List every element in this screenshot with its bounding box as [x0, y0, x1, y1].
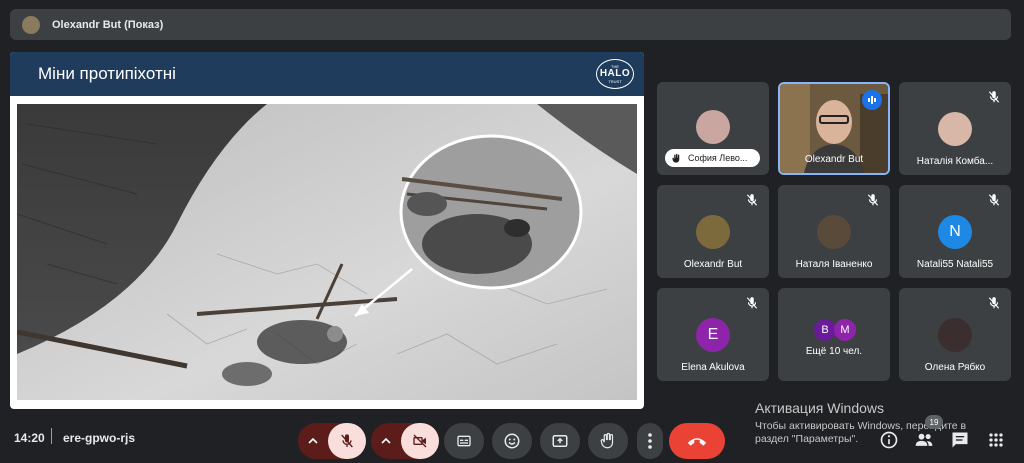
more-options-button[interactable] [637, 423, 663, 459]
avatar: E [696, 318, 730, 352]
mic-toggle-button[interactable] [328, 423, 366, 459]
participant-tile-natalia-i[interactable]: Наталя Іваненко [778, 185, 890, 278]
captions-button[interactable] [444, 423, 484, 459]
participant-tile-olena[interactable]: Олена Рябко [899, 288, 1011, 381]
info-icon [880, 431, 898, 449]
raise-hand-icon [672, 153, 680, 163]
mic-off-icon [988, 297, 1000, 309]
more-options-icon [648, 433, 652, 449]
meeting-time: 14:20 [14, 431, 45, 445]
participant-name: Наталія Комба... [916, 156, 994, 167]
participant-tile-olexandr-speaking[interactable]: Olexandr But [778, 82, 890, 175]
slide-title: Міни протипіхотні [38, 64, 176, 83]
avatar [696, 215, 730, 249]
present-screen-icon [552, 435, 568, 447]
people-button[interactable] [914, 430, 934, 450]
chat-button[interactable] [950, 430, 970, 450]
participant-tile-olexandr[interactable]: Olexandr But [657, 185, 769, 278]
present-screen-button[interactable] [540, 423, 580, 459]
chevron-up-icon [308, 437, 318, 444]
avatar: N [938, 215, 972, 249]
shared-presentation: Міни протипіхотні THE HALO TRUST [10, 52, 644, 409]
participant-name: Natali55 Natali55 [916, 259, 994, 270]
avatar [696, 110, 730, 144]
participant-tile-elena[interactable]: E Elena Akulova [657, 288, 769, 381]
participant-name: София Лево... [688, 153, 748, 163]
divider [51, 428, 52, 444]
presenter-title: Olexandr But (Показ) [52, 18, 164, 31]
participant-tile-more[interactable]: B M Ещё 10 чел. [778, 288, 890, 381]
landmine-field-photo [17, 104, 637, 400]
participant-tile-sofia[interactable]: София Лево... [657, 82, 769, 175]
participant-tile-natali55[interactable]: N Natali55 Natali55 [899, 185, 1011, 278]
participant-name: Elena Akulova [681, 362, 745, 373]
mic-off-icon [746, 297, 758, 309]
meeting-code: ere-gpwo-rjs [63, 431, 136, 445]
video-options-button[interactable] [371, 423, 401, 459]
participant-name: Olexandr But [804, 154, 864, 165]
emoji-button[interactable] [492, 423, 532, 459]
activities-button[interactable] [986, 430, 1006, 450]
avatar [817, 215, 851, 249]
participant-name: Олена Рябко [924, 362, 986, 373]
halo-trust-logo: THE HALO TRUST [596, 59, 634, 89]
presenter-bar[interactable]: Olexandr But (Показ) [10, 9, 1011, 40]
activation-title: Активация Windows [755, 400, 885, 416]
emoji-icon [504, 433, 520, 449]
presenter-avatar [22, 15, 40, 34]
audio-level-icon [868, 96, 876, 104]
chevron-up-icon [381, 437, 391, 444]
participant-tile-natalia-k[interactable]: Наталія Комба... [899, 82, 1011, 175]
avatar [938, 112, 972, 146]
participant-name: Olexandr But [683, 259, 743, 270]
activities-icon [989, 433, 1003, 447]
meeting-info-button[interactable] [879, 430, 899, 450]
mic-off-icon [341, 434, 353, 448]
camera-control-group [371, 423, 439, 459]
activation-line-2: раздел "Параметры". [755, 433, 859, 445]
captions-icon [457, 435, 471, 447]
meet-window: Olexandr But (Показ) Міни протипіхотні T… [0, 0, 1024, 463]
mic-off-icon [988, 91, 1000, 103]
raise-hand-button[interactable] [588, 423, 628, 459]
camera-off-icon [413, 434, 427, 448]
mic-control-group [298, 423, 366, 459]
speaking-indicator [862, 90, 882, 110]
camera-toggle-button[interactable] [401, 423, 439, 459]
raised-hand-label: София Лево... [665, 149, 760, 167]
participant-name: Ещё 10 чел. [805, 346, 863, 357]
mic-off-icon [746, 194, 758, 206]
participant-name: Наталя Іваненко [795, 259, 873, 270]
raise-hand-icon [600, 432, 614, 449]
chat-icon [952, 432, 968, 448]
participants-count-badge: 19 [925, 415, 943, 429]
audio-options-button[interactable] [298, 423, 328, 459]
mic-off-icon [988, 194, 1000, 206]
slide-header: Міни протипіхотні THE HALO TRUST [10, 52, 644, 96]
avatar [938, 318, 972, 352]
avatar: M [834, 319, 856, 341]
people-icon [915, 433, 933, 446]
mic-off-icon [867, 194, 879, 206]
leave-call-button[interactable] [669, 423, 725, 459]
hangup-icon [687, 438, 707, 446]
avatar: B [814, 319, 836, 341]
